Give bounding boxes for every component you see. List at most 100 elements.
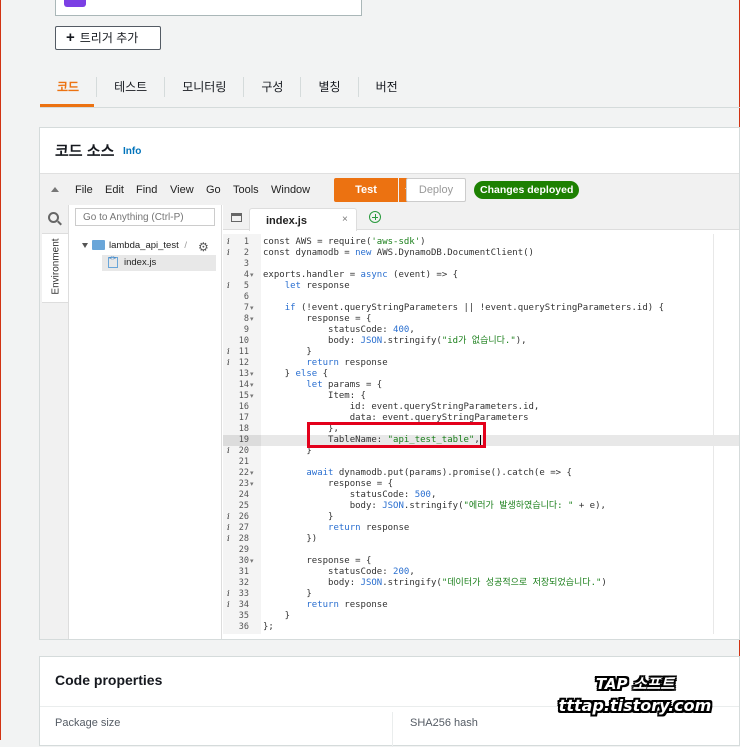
file-tree: lambda_api_test / ⚙ index.js — [70, 205, 222, 639]
add-trigger-label: 트리거 추가 — [79, 31, 139, 45]
code-line: } — [263, 611, 291, 621]
print-margin — [713, 234, 714, 634]
menu-go[interactable]: Go — [206, 184, 221, 196]
fold-widget-icon[interactable]: ▾ — [250, 479, 254, 490]
line-number: 29 — [238, 545, 249, 555]
code-source-panel: 코드 소스 Info File Edit Find View Go Tools … — [39, 127, 740, 640]
line-number: 35 — [238, 611, 249, 621]
tab-list-icon[interactable] — [231, 213, 242, 222]
fold-widget-icon[interactable]: ▾ — [250, 303, 254, 314]
line-number: 10 — [238, 336, 249, 346]
line-number: 23 — [238, 479, 249, 489]
test-button[interactable]: Test — [334, 178, 398, 202]
line-number: 7 — [243, 303, 249, 313]
info-annotation-icon[interactable]: i — [227, 281, 230, 292]
line-number: 19 — [238, 435, 249, 445]
code-line: return response — [306, 600, 388, 610]
deploy-button[interactable]: Deploy — [406, 178, 466, 202]
side-panel-strip: Environment — [40, 205, 69, 639]
tab-test[interactable]: 테스트 — [97, 77, 166, 97]
annotation-highlight-box — [307, 422, 486, 448]
line-number: 22 — [238, 468, 249, 478]
menu-edit[interactable]: Edit — [105, 184, 124, 196]
tab-configuration[interactable]: 구성 — [244, 77, 302, 97]
tab-versions[interactable]: 버전 — [359, 77, 415, 97]
info-annotation-icon[interactable]: i — [227, 589, 230, 600]
code-line: response = { — [263, 556, 372, 566]
menu-window[interactable]: Window — [271, 184, 310, 196]
sha256-hash-label: SHA256 hash — [410, 717, 478, 729]
code-line: statusCode: 500, — [263, 490, 437, 500]
tab-aliases[interactable]: 별칭 — [301, 77, 359, 97]
code-line: response = { — [263, 479, 394, 489]
gear-icon[interactable]: ⚙ — [198, 240, 209, 254]
line-number: 6 — [243, 292, 249, 302]
fold-widget-icon[interactable]: ▾ — [250, 380, 254, 391]
info-annotation-icon[interactable]: i — [227, 512, 230, 523]
line-number: 9 — [243, 325, 249, 335]
info-annotation-icon[interactable]: i — [227, 600, 230, 611]
add-trigger-button[interactable]: + 트리거 추가 — [55, 26, 161, 50]
go-to-anything-input[interactable] — [75, 208, 215, 226]
line-number: 14 — [238, 380, 249, 390]
line-number: 16 — [238, 402, 249, 412]
panel-title: 코드 소스 — [55, 143, 115, 160]
package-size-label: Package size — [55, 717, 121, 729]
line-number: 8 — [243, 314, 249, 324]
column-divider — [392, 712, 393, 747]
add-tab-icon[interactable] — [369, 211, 381, 223]
menu-file[interactable]: File — [75, 184, 93, 196]
info-annotation-icon[interactable]: i — [227, 523, 230, 534]
tree-file[interactable]: index.js — [108, 256, 157, 269]
file-name: index.js — [124, 257, 157, 269]
info-link[interactable]: Info — [123, 146, 141, 157]
code-line: }; — [263, 622, 274, 632]
code-line: }) — [263, 534, 318, 544]
fold-widget-icon[interactable]: ▾ — [250, 369, 254, 380]
info-annotation-icon[interactable]: i — [227, 237, 230, 248]
api-gateway-icon — [64, 0, 86, 7]
fold-widget-icon[interactable]: ▾ — [250, 314, 254, 325]
fold-widget-icon[interactable]: ▾ — [250, 270, 254, 281]
search-icon[interactable] — [48, 212, 59, 223]
line-number: 21 — [238, 457, 249, 467]
line-number: 25 — [238, 501, 249, 511]
environment-tab[interactable]: Environment — [42, 233, 68, 303]
line-number: 32 — [238, 578, 249, 588]
tab-code[interactable]: 코드 — [40, 77, 98, 97]
fold-widget-icon[interactable]: ▾ — [250, 391, 254, 402]
info-annotation-icon[interactable]: i — [227, 347, 230, 358]
tab-monitoring[interactable]: 모니터링 — [165, 77, 245, 97]
menu-tools[interactable]: Tools — [233, 184, 259, 196]
code-line: exports.handler = async (event) => { — [263, 270, 459, 280]
menu-view[interactable]: View — [170, 184, 194, 196]
info-annotation-icon[interactable]: i — [227, 446, 230, 457]
collapse-menu-icon[interactable] — [51, 187, 59, 192]
trigger-card[interactable] — [55, 0, 362, 16]
expand-arrow-icon — [82, 242, 88, 248]
folder-name: lambda_api_test — [109, 240, 179, 251]
info-annotation-icon[interactable]: i — [227, 248, 230, 259]
page-border-left — [0, 0, 1, 740]
line-number-gutter: 1 i 2 i 3 4 ▾ 5 i 6 7 ▾ 8 ▾ 9 10 11 i 12 i 13 ▾ 14 ▾ 15 ▾ 16 17 18 19… — [223, 234, 261, 634]
line-number: 31 — [238, 567, 249, 577]
fold-widget-icon[interactable]: ▾ — [250, 556, 254, 567]
plus-icon: + — [66, 29, 75, 46]
editor-file-tab[interactable]: index.js × — [249, 208, 357, 231]
menu-find[interactable]: Find — [136, 184, 157, 196]
editor-file-tab-label: index.js — [266, 215, 307, 227]
tree-folder[interactable]: lambda_api_test / — [82, 240, 187, 251]
line-number: 36 — [238, 622, 249, 632]
code-line: body: JSON.stringify("에러가 발생하였습니다: " + e… — [263, 501, 606, 511]
code-line: let response — [284, 281, 350, 291]
code-line: } — [263, 512, 334, 522]
line-number: 3 — [243, 259, 249, 269]
close-icon[interactable]: × — [342, 214, 348, 225]
code-properties-title: Code properties — [55, 672, 163, 688]
info-annotation-icon[interactable]: i — [227, 358, 230, 369]
fold-widget-icon[interactable]: ▾ — [250, 468, 254, 479]
code-line: } else { — [263, 369, 329, 379]
folder-icon — [92, 240, 105, 251]
info-annotation-icon[interactable]: i — [227, 534, 230, 545]
line-number: 13 — [238, 369, 249, 379]
